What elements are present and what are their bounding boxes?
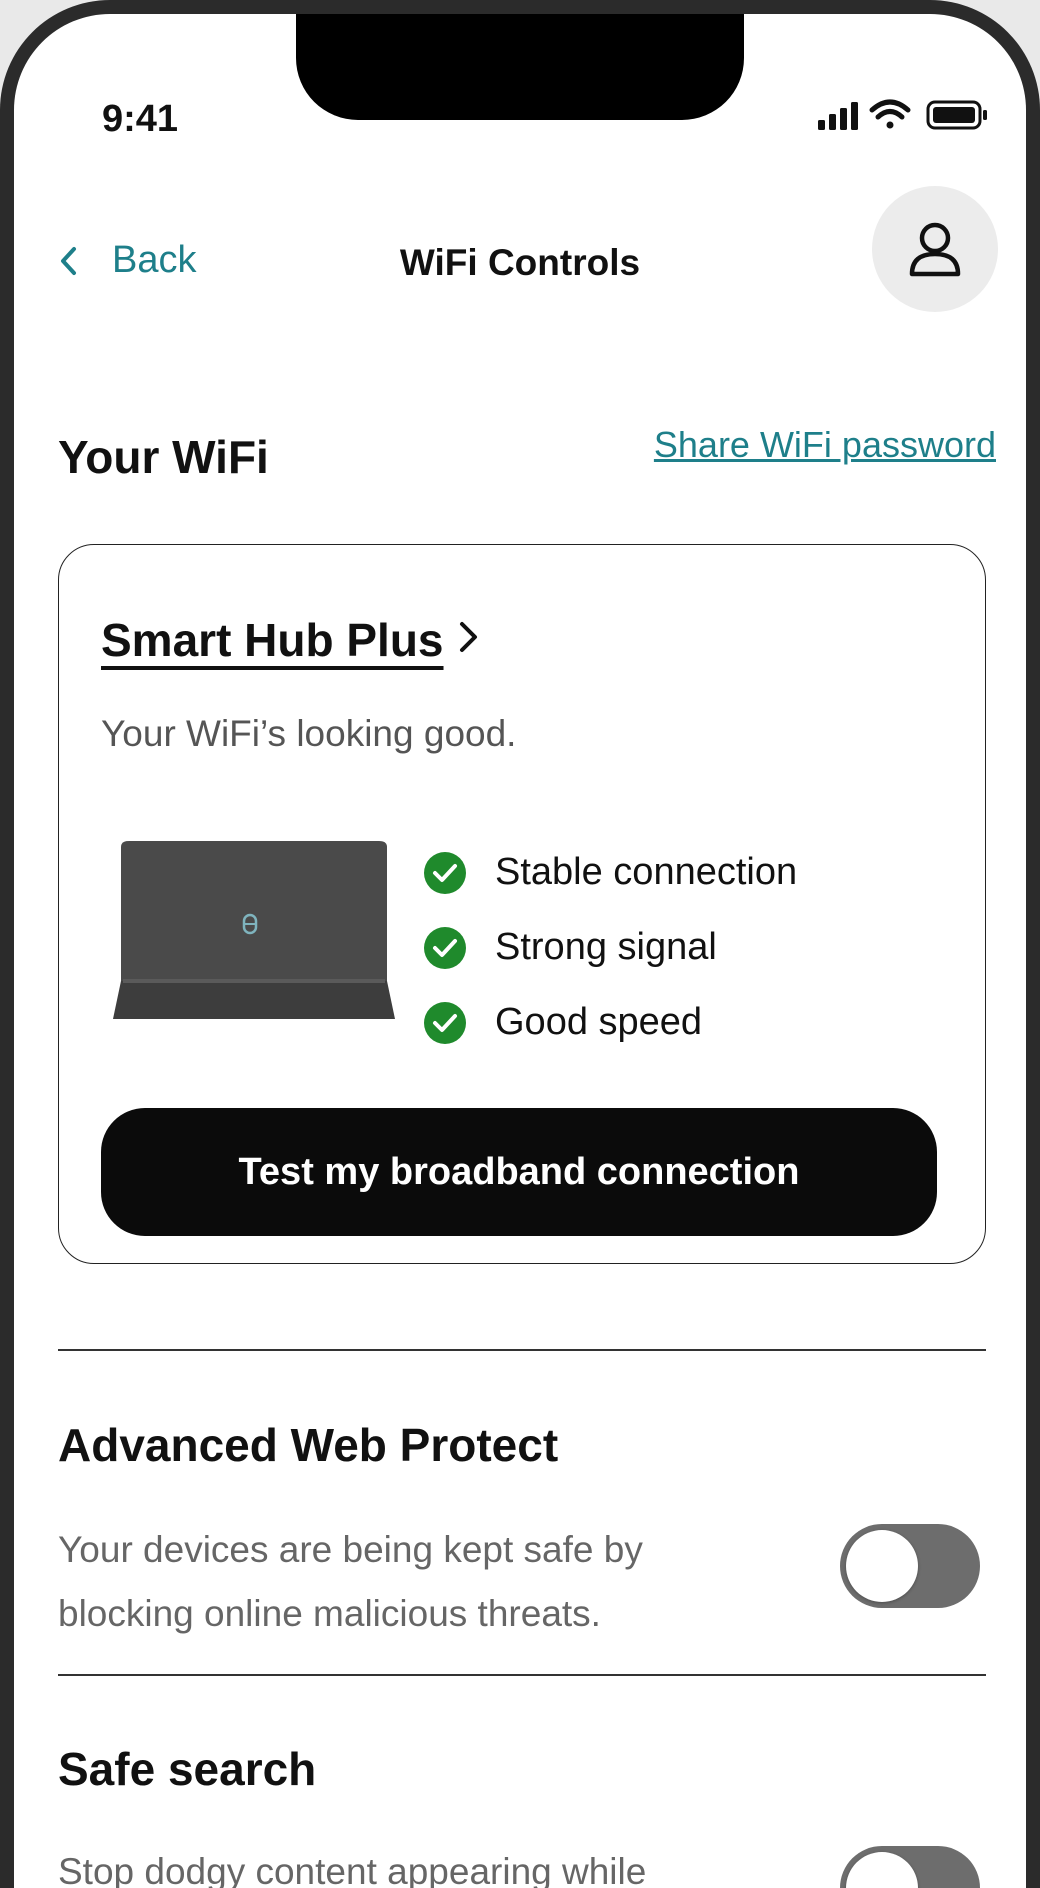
advanced-web-protect-toggle[interactable] <box>840 1524 980 1608</box>
hub-checks-list: Stable connection Strong signal Good spe… <box>423 835 797 1060</box>
test-broadband-button[interactable]: Test my broadband connection <box>101 1108 937 1236</box>
hub-name-link[interactable]: Smart Hub Plus <box>101 613 444 667</box>
profile-button[interactable] <box>872 186 998 312</box>
check-circle-icon <box>424 926 466 969</box>
app-screen: 9:41 Back WiFi Controls Your WiFi Share … <box>14 14 1026 1888</box>
check-label: Strong signal <box>495 926 717 968</box>
router-image <box>113 841 395 1019</box>
status-time: 9:41 <box>102 98 179 140</box>
check-label: Stable connection <box>495 851 798 893</box>
toggle-knob <box>846 1530 918 1602</box>
check-circle-icon <box>424 1001 466 1044</box>
cellular-signal-icon <box>818 102 858 130</box>
safe-search-description: Stop dodgy content appearing while <box>58 1851 647 1888</box>
hub-status-text: Your WiFi’s looking good. <box>101 713 517 754</box>
hub-card: Smart Hub Plus Your WiFi’s looking good. <box>58 544 986 1264</box>
advanced-web-protect-heading: Advanced Web Protect <box>58 1419 559 1471</box>
safe-search-toggle[interactable] <box>840 1846 980 1888</box>
safe-search-heading: Safe search <box>58 1743 317 1795</box>
user-icon <box>909 222 961 277</box>
share-wifi-password-link[interactable]: Share WiFi password <box>654 424 996 466</box>
divider <box>58 1674 986 1676</box>
chevron-right-icon[interactable] <box>457 619 481 655</box>
check-label: Good speed <box>495 1001 703 1043</box>
divider <box>58 1349 986 1351</box>
phone-frame: 9:41 Back WiFi Controls Your WiFi Share … <box>0 0 1040 1888</box>
check-circle-icon <box>424 851 466 894</box>
check-row: Good speed <box>423 985 797 1060</box>
check-row: Strong signal <box>423 910 797 985</box>
check-row: Stable connection <box>423 835 797 910</box>
status-icons <box>804 94 1004 138</box>
battery-icon <box>926 100 987 130</box>
device-notch <box>296 14 744 120</box>
your-wifi-heading: Your WiFi <box>58 431 269 483</box>
toggle-knob <box>846 1852 918 1888</box>
wifi-icon <box>869 99 911 129</box>
advanced-web-protect-description: Your devices are being kept safe by bloc… <box>58 1529 643 1634</box>
